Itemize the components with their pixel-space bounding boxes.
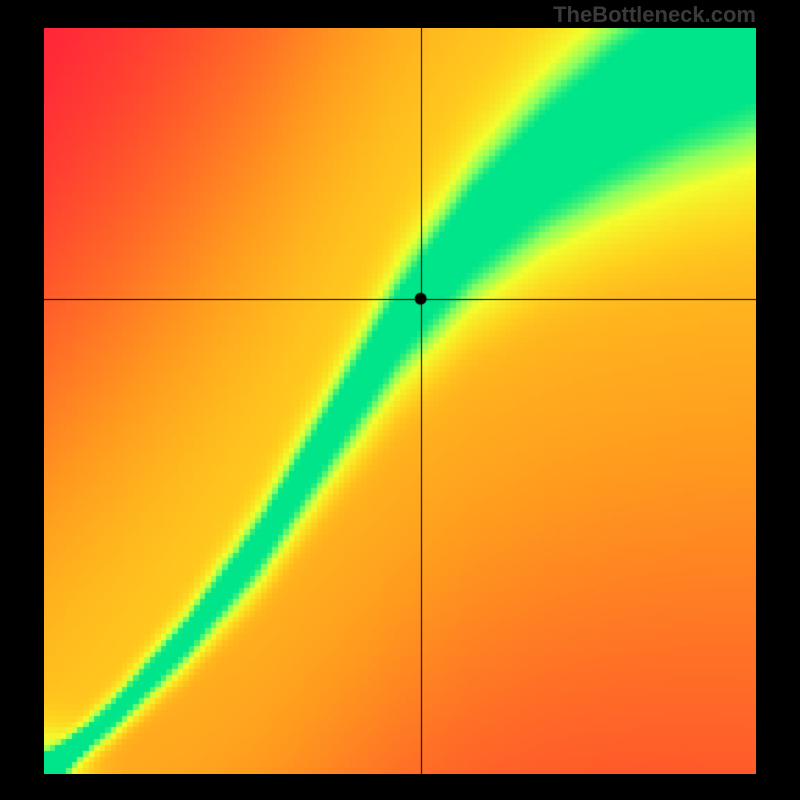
watermark: TheBottleneck.com [553, 2, 756, 28]
chart-frame: TheBottleneck.com [0, 0, 800, 800]
plot-area [44, 28, 756, 774]
heatmap-canvas [44, 28, 756, 774]
